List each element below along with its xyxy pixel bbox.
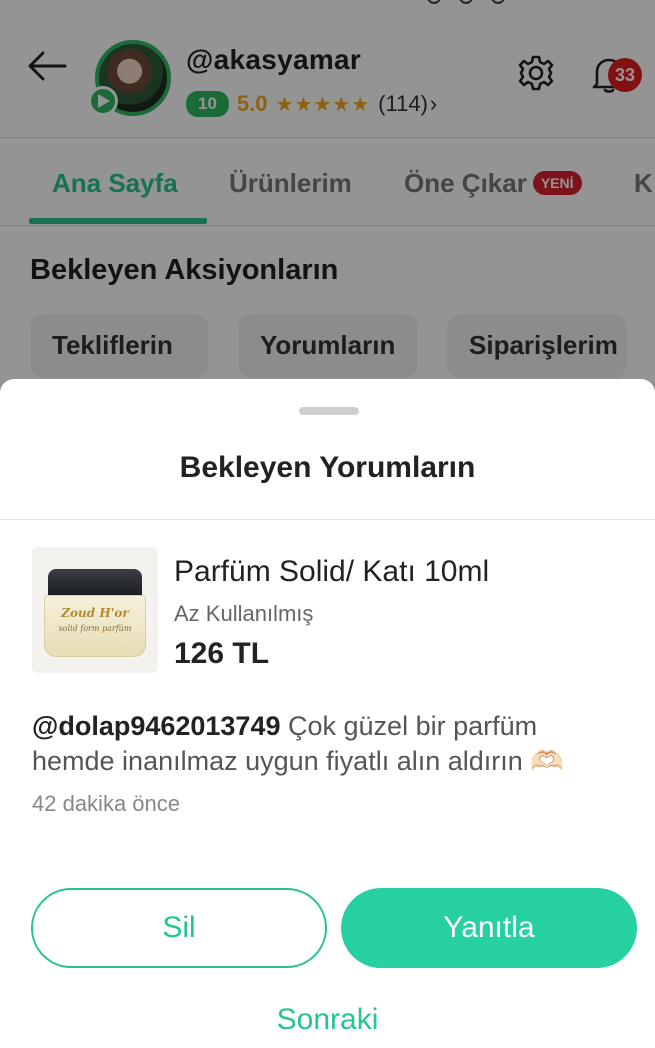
divider: [0, 519, 655, 520]
product-name[interactable]: Parfüm Solid/ Katı 10ml: [174, 555, 489, 589]
jar-brand: Zoud H'or: [61, 606, 129, 620]
reply-button[interactable]: Yanıtla: [341, 888, 637, 968]
product-condition: Az Kullanılmış: [174, 601, 314, 626]
sheet-title: Bekleyen Yorumların: [179, 451, 476, 484]
jar-body: Zoud H'or solid form parfüm: [44, 595, 146, 657]
comment-timestamp: 42 dakika önce: [32, 791, 180, 816]
comment-username[interactable]: @dolap9462013749: [32, 711, 280, 741]
drag-handle[interactable]: [299, 407, 359, 415]
delete-button[interactable]: Sil: [31, 888, 327, 968]
next-link[interactable]: Sonraki: [0, 1003, 655, 1037]
product-image[interactable]: Zoud H'or solid form parfüm: [32, 547, 158, 673]
review-comment: @dolap9462013749 Çok güzel bir parfüm he…: [32, 709, 627, 779]
product-price: 126 TL: [174, 637, 270, 670]
pending-reviews-sheet: Bekleyen Yorumların Zoud H'or solid form…: [0, 379, 655, 1048]
jar-subtitle: solid form parfüm: [58, 624, 132, 633]
